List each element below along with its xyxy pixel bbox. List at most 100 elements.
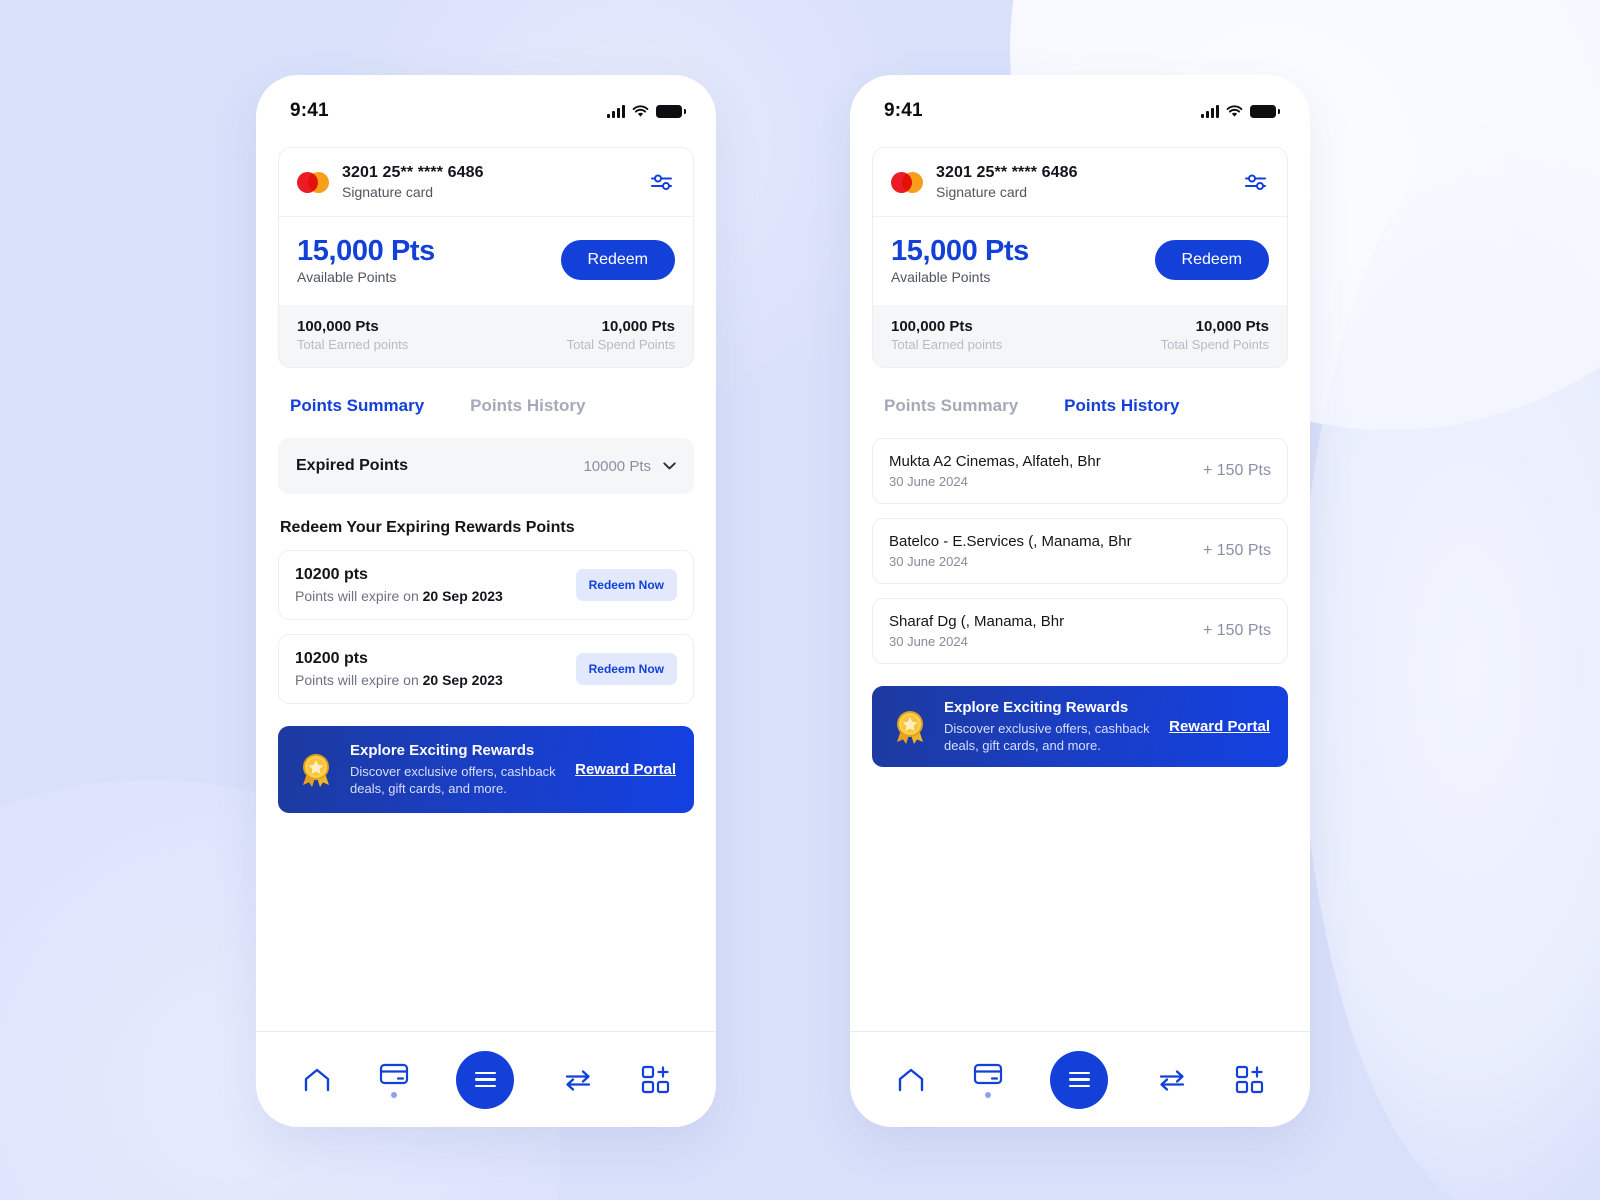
expired-points-value: 10000 Pts <box>583 457 651 475</box>
expired-points-accordion[interactable]: Expired Points 10000 Pts <box>278 438 694 494</box>
expired-points-label: Expired Points <box>296 457 409 474</box>
status-time: 9:41 <box>290 100 329 121</box>
bottom-navigation <box>256 1031 716 1127</box>
expiring-points-amount: 10200 pts <box>295 566 368 583</box>
expiring-points-date: 20 Sep 2023 <box>422 588 503 604</box>
nav-item-services[interactable] <box>1235 1065 1264 1094</box>
status-indicators <box>607 104 686 118</box>
banner-subtitle: Discover exclusive offers, cashback deal… <box>944 721 1150 754</box>
redeem-button[interactable]: Redeem <box>1154 240 1269 280</box>
page-background <box>0 0 1600 1200</box>
redeem-now-button[interactable]: Redeem Now <box>575 653 677 685</box>
credit-card-icon <box>379 1063 409 1084</box>
available-points-group: 15,000 Pts Available Points <box>297 235 435 285</box>
nav-item-cards[interactable] <box>973 1062 1003 1098</box>
points-history-list: Mukta A2 Cinemas, Alfateh, Bhr 30 June 2… <box>872 438 1288 664</box>
total-earned-cell: 100,000 Pts Total Earned points <box>891 318 1002 352</box>
nav-item-menu[interactable] <box>1050 1050 1109 1109</box>
history-row[interactable]: Batelco - E.Services (, Manama, Bhr 30 J… <box>872 518 1288 584</box>
reward-portal-link[interactable]: Reward Portal <box>575 761 676 778</box>
history-row-info: Mukta A2 Cinemas, Alfateh, Bhr 30 June 2… <box>889 453 1101 489</box>
available-points-label: Available Points <box>297 269 397 285</box>
filter-settings-icon[interactable] <box>1243 171 1269 193</box>
banner-subtitle: Discover exclusive offers, cashback deal… <box>350 764 556 797</box>
status-bar: 9:41 <box>256 75 716 147</box>
card-header: 3201 25** **** 6486 Signature card <box>873 148 1287 217</box>
redeem-now-button[interactable]: Redeem Now <box>575 569 677 601</box>
card-type: Signature card <box>342 184 434 200</box>
total-earned-value: 100,000 Pts <box>891 318 973 335</box>
nav-active-dot <box>391 1091 398 1098</box>
total-earned-label: Total Earned points <box>297 337 409 352</box>
phone-mockup-points-history: 9:41 3201 25** **** 6486 Signature card <box>850 75 1310 1127</box>
points-tabs: Points Summary Points History <box>278 368 694 416</box>
mastercard-logo <box>297 171 329 193</box>
available-points-group: 15,000 Pts Available Points <box>891 235 1029 285</box>
nav-item-cards[interactable] <box>379 1062 409 1098</box>
signal-bars-icon <box>607 104 625 118</box>
nav-item-home[interactable] <box>302 1066 332 1093</box>
award-medal-icon <box>303 753 329 787</box>
nav-active-dot <box>985 1091 992 1098</box>
available-points-value: 15,000 Pts <box>297 235 435 267</box>
reward-portal-banner[interactable]: Explore Exciting Rewards Discover exclus… <box>278 726 694 814</box>
history-date: 30 June 2024 <box>889 554 968 569</box>
nav-item-services[interactable] <box>641 1065 670 1094</box>
history-row[interactable]: Mukta A2 Cinemas, Alfateh, Bhr 30 June 2… <box>872 438 1288 504</box>
credit-card-icon <box>973 1063 1003 1084</box>
expiring-points-note: Points will expire on 20 Sep 2023 <box>295 672 503 688</box>
history-amount: + 150 Pts <box>1202 462 1271 479</box>
history-merchant: Batelco - E.Services (, Manama, Bhr <box>889 533 1132 550</box>
history-row[interactable]: Sharaf Dg (, Manama, Bhr 30 June 2024 + … <box>872 598 1288 664</box>
rewards-card-block: 3201 25** **** 6486 Signature card 15,00… <box>278 147 694 368</box>
banner-title: Explore Exciting Rewards <box>350 742 535 759</box>
nav-item-menu[interactable] <box>456 1050 515 1109</box>
tab-points-summary[interactable]: Points Summary <box>884 396 1018 416</box>
totals-row: 100,000 Pts Total Earned points 10,000 P… <box>873 305 1287 367</box>
tab-points-summary[interactable]: Points Summary <box>290 396 424 416</box>
signal-bars-icon <box>1201 104 1219 118</box>
grid-plus-icon <box>642 1065 670 1094</box>
history-amount: + 150 Pts <box>1202 542 1271 559</box>
expired-points-right: 10000 Pts <box>583 458 676 475</box>
nav-item-home[interactable] <box>896 1066 926 1093</box>
total-earned-value: 100,000 Pts <box>297 318 379 335</box>
total-spend-cell: 10,000 Pts Total Spend Points <box>567 318 675 352</box>
history-date: 30 June 2024 <box>889 474 968 489</box>
card-text: 3201 25** **** 6486 Signature card <box>342 164 649 200</box>
available-points-row: 15,000 Pts Available Points Redeem <box>279 217 693 305</box>
rewards-card-block: 3201 25** **** 6486 Signature card 15,00… <box>872 147 1288 368</box>
points-tabs: Points Summary Points History <box>872 368 1288 416</box>
expiring-points-list: 10200 pts Points will expire on 20 Sep 2… <box>278 550 694 704</box>
expiring-points-info: 10200 pts Points will expire on 20 Sep 2… <box>295 566 503 604</box>
status-bar: 9:41 <box>850 75 1310 147</box>
grid-plus-icon <box>1236 1065 1264 1094</box>
home-icon <box>304 1068 329 1092</box>
history-row-info: Batelco - E.Services (, Manama, Bhr 30 J… <box>889 533 1132 569</box>
reward-portal-link[interactable]: Reward Portal <box>1169 718 1270 735</box>
tab-points-history[interactable]: Points History <box>470 396 585 416</box>
transfer-arrows-icon <box>1159 1069 1185 1091</box>
card-type: Signature card <box>936 184 1028 200</box>
chevron-down-icon[interactable] <box>663 462 676 470</box>
expiring-section-title: Redeem Your Expiring Rewards Points <box>280 519 575 536</box>
total-earned-cell: 100,000 Pts Total Earned points <box>297 318 408 352</box>
expiring-points-info: 10200 pts Points will expire on 20 Sep 2… <box>295 650 503 688</box>
redeem-button[interactable]: Redeem <box>560 240 675 280</box>
expiring-points-amount: 10200 pts <box>295 650 368 667</box>
screen-content: 3201 25** **** 6486 Signature card 15,00… <box>256 147 716 1031</box>
history-amount: + 150 Pts <box>1202 622 1271 639</box>
nav-item-transfer[interactable] <box>1156 1068 1188 1092</box>
tab-points-history[interactable]: Points History <box>1064 396 1179 416</box>
card-text: 3201 25** **** 6486 Signature card <box>936 164 1243 200</box>
status-indicators <box>1201 104 1280 118</box>
status-time: 9:41 <box>884 100 923 121</box>
total-spend-label: Total Spend Points <box>1160 337 1269 352</box>
expiring-points-row: 10200 pts Points will expire on 20 Sep 2… <box>278 634 694 704</box>
nav-item-transfer[interactable] <box>562 1068 594 1092</box>
filter-settings-icon[interactable] <box>649 171 675 193</box>
reward-portal-banner[interactable]: Explore Exciting Rewards Discover exclus… <box>872 686 1288 768</box>
history-merchant: Mukta A2 Cinemas, Alfateh, Bhr <box>889 453 1101 470</box>
banner-text: Explore Exciting Rewards Discover exclus… <box>944 699 1155 754</box>
screen-content: 3201 25** **** 6486 Signature card 15,00… <box>850 147 1310 1031</box>
